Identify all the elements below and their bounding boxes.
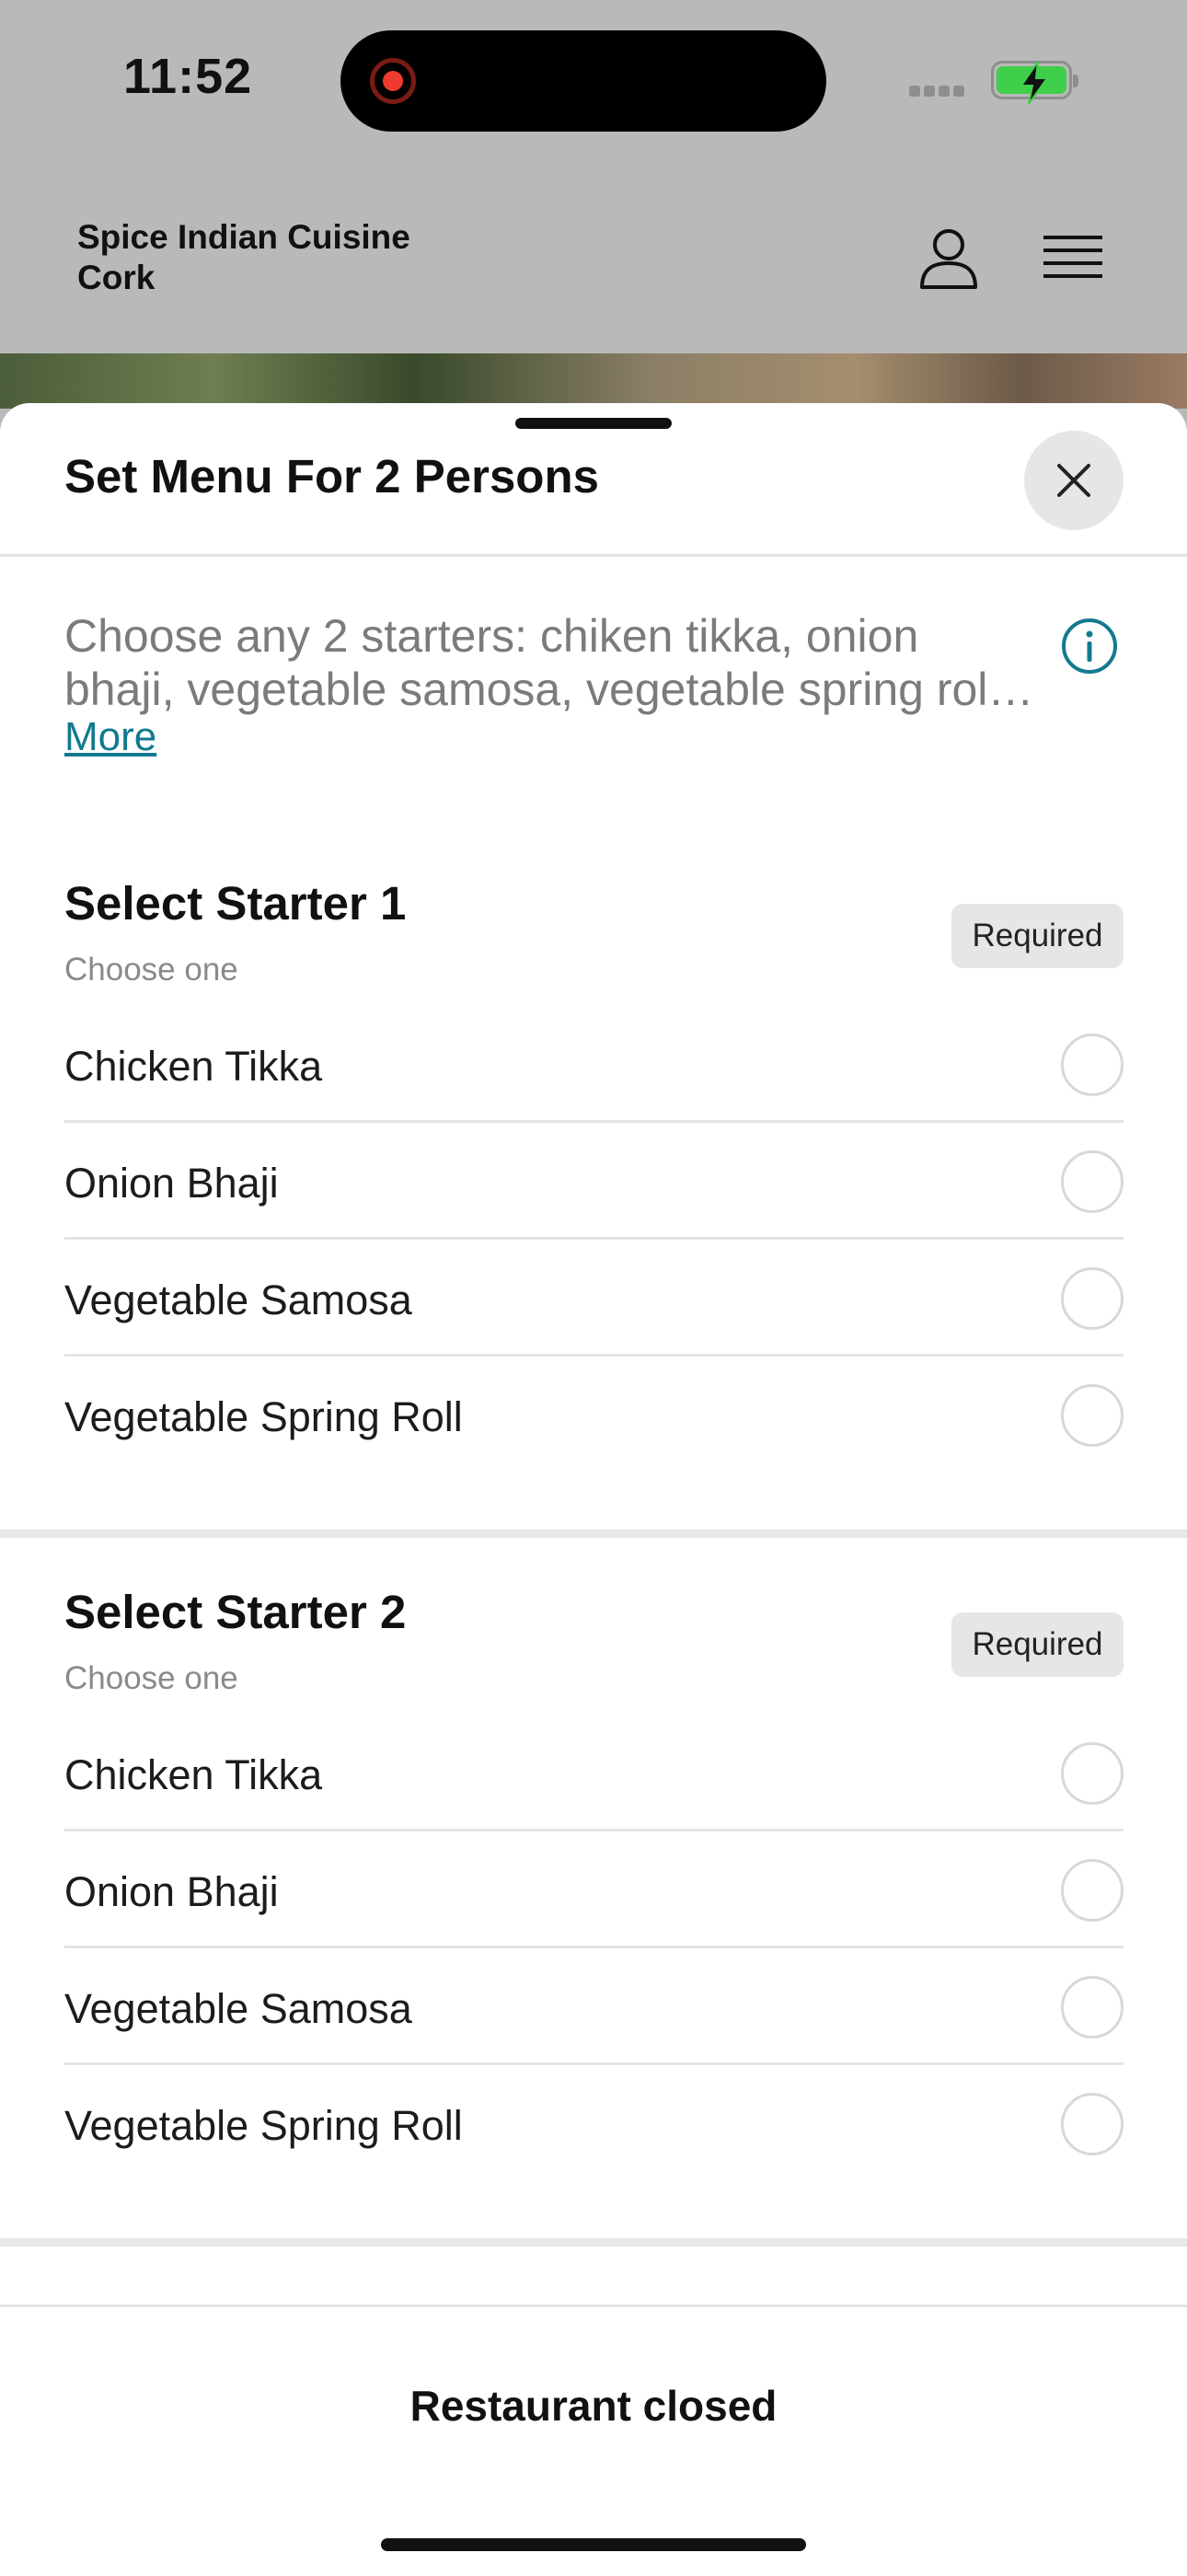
option-label: Onion Bhaji [64,1160,279,1207]
radio-button[interactable] [1061,2093,1124,2155]
option-group-starter-2: Select Starter 2 Choose one Required Chi… [0,1585,1187,2247]
info-icon [1062,618,1117,674]
item-options-sheet: Set Menu For 2 Persons Choose any 2 star… [0,403,1187,2573]
close-button[interactable] [1024,431,1124,530]
radio-button[interactable] [1061,1859,1124,1922]
option-row[interactable]: Onion Bhaji [64,1831,1124,1948]
status-bar: 11:52 [0,0,1187,166]
divider [0,554,1187,557]
dynamic-island [340,30,826,132]
account-button[interactable] [916,226,981,291]
hero-image [0,353,1187,409]
status-time: 11:52 [123,49,253,104]
close-icon [1057,464,1090,497]
cellular-signal-icon [909,85,968,101]
option-label: Onion Bhaji [64,1868,279,1915]
recording-indicator-icon [370,58,416,104]
section-separator [0,1530,1187,1538]
description-line: Choose any 2 starters: chiken tikka, oni… [64,610,919,662]
option-label: Vegetable Samosa [64,1985,412,2032]
radio-button[interactable] [1061,1976,1124,2039]
restaurant-name-line1: Spice Indian Cuisine [77,218,410,256]
option-row[interactable]: Vegetable Spring Roll [64,1357,1124,1473]
sheet-grabber[interactable] [515,418,672,429]
option-row[interactable]: Onion Bhaji [64,1123,1124,1240]
option-row[interactable]: Vegetable Samosa [64,1948,1124,2065]
description-line: bhaji, vegetable samosa, vegetable sprin… [64,664,1034,715]
hamburger-menu-button[interactable] [1040,230,1108,289]
option-row[interactable]: Vegetable Samosa [64,1240,1124,1357]
group-subtitle: Choose one [64,952,238,988]
radio-button[interactable] [1061,1267,1124,1330]
battery-charging-icon [991,61,1078,105]
restaurant-name-line2: Cork [77,259,156,296]
radio-button[interactable] [1061,1384,1124,1447]
sheet-title: Set Menu For 2 Persons [64,450,599,502]
radio-button[interactable] [1061,1150,1124,1213]
radio-button[interactable] [1061,1034,1124,1096]
option-group-starter-1: Select Starter 1 Choose one Required Chi… [0,876,1187,1539]
info-button[interactable] [1060,617,1119,676]
restaurant-closed-status: Restaurant closed [409,2382,778,2430]
option-row[interactable]: Vegetable Spring Roll [64,2065,1124,2182]
sheet-footer: Restaurant closed [0,2305,1187,2576]
required-badge: Required [951,1612,1124,1677]
more-link[interactable]: More [64,714,156,760]
option-label: Vegetable Samosa [64,1276,412,1323]
required-badge: Required [951,904,1124,968]
group-title: Select Starter 1 [64,877,407,930]
restaurant-name[interactable]: Spice Indian Cuisine Cork [77,217,464,298]
group-title: Select Starter 2 [64,1586,407,1638]
option-label: Vegetable Spring Roll [64,1393,463,1440]
home-indicator[interactable] [381,2538,806,2551]
radio-button[interactable] [1061,1742,1124,1805]
option-row[interactable]: Chicken Tikka [64,1006,1124,1123]
option-label: Vegetable Spring Roll [64,2102,463,2149]
hamburger-menu-icon [1043,236,1102,278]
option-label: Chicken Tikka [64,1043,323,1090]
option-label: Chicken Tikka [64,1751,323,1798]
item-description: Choose any 2 starters: chiken tikka, oni… [64,609,1067,716]
option-row[interactable]: Chicken Tikka [64,1715,1124,1831]
section-separator [0,2238,1187,2247]
person-icon [920,229,977,289]
group-subtitle: Choose one [64,1660,238,1696]
